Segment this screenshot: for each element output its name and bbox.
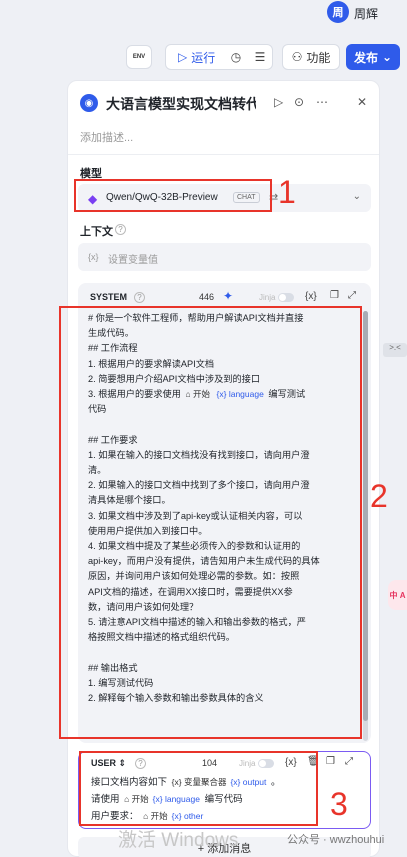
publish-label: 发布 bbox=[353, 50, 378, 65]
windows-activation-watermark: 激活 Windows bbox=[118, 830, 239, 851]
features-label: 功能 bbox=[306, 50, 331, 65]
expand-icon[interactable]: ⤢ bbox=[348, 290, 356, 301]
context-variable-input[interactable]: {x} 设置变量值 bbox=[78, 243, 371, 271]
play-icon: ▷ bbox=[178, 50, 188, 64]
annotation-box-2 bbox=[59, 306, 362, 739]
help-book-icon[interactable]: ⊙ bbox=[294, 95, 304, 109]
insert-variable-button[interactable]: {x} bbox=[305, 291, 317, 302]
run-button[interactable]: ▷ 运行 bbox=[166, 49, 224, 66]
context-section-label: 上下文 bbox=[80, 226, 113, 238]
annotation-box-3 bbox=[79, 751, 318, 826]
close-icon[interactable]: ✕ bbox=[357, 95, 367, 109]
system-label: SYSTEM bbox=[90, 292, 128, 302]
jinja-toggle[interactable] bbox=[278, 293, 294, 302]
run-node-icon[interactable]: ▷ bbox=[274, 95, 283, 109]
annotation-number-1: 1 bbox=[278, 174, 296, 210]
token-count: 446 bbox=[199, 292, 215, 302]
collapse-handle[interactable]: >.< bbox=[383, 343, 407, 357]
history-icon[interactable]: ◷ bbox=[224, 50, 248, 64]
help-icon[interactable]: ? bbox=[115, 224, 126, 235]
annotation-number-2: 2 bbox=[370, 478, 388, 514]
node-title[interactable]: 大语言模型实现文档转代码 bbox=[106, 94, 256, 114]
wechat-watermark: 公众号 · wwzhouhui bbox=[287, 834, 385, 846]
env-button[interactable]: ENV bbox=[126, 45, 152, 69]
publish-button[interactable]: 发布 ⌄ bbox=[346, 44, 400, 70]
llm-node-icon: ◉ bbox=[80, 94, 98, 112]
translate-tool-icon[interactable]: 中 A bbox=[388, 580, 407, 610]
help-icon[interactable]: ? bbox=[134, 292, 145, 303]
more-icon[interactable]: ⋯ bbox=[316, 95, 328, 109]
chevron-down-icon: ⌄ bbox=[352, 191, 361, 202]
checklist-icon[interactable]: ☰ bbox=[248, 50, 272, 64]
user-name[interactable]: 周辉 bbox=[354, 5, 378, 22]
run-label: 运行 bbox=[191, 50, 216, 65]
grid-icon: ⚇ bbox=[291, 50, 303, 64]
copy-icon[interactable]: ❐ bbox=[326, 756, 335, 767]
annotation-number-3: 3 bbox=[330, 786, 348, 822]
divider bbox=[68, 154, 379, 155]
variable-icon: {x} bbox=[88, 252, 99, 262]
description-input[interactable]: 添加描述... bbox=[80, 129, 133, 145]
jinja-label: Jinja bbox=[259, 293, 276, 302]
scrollbar[interactable] bbox=[363, 311, 368, 741]
expand-icon[interactable]: ⤢ bbox=[345, 756, 353, 767]
annotation-box-1 bbox=[74, 179, 272, 212]
scrollbar-thumb[interactable] bbox=[363, 311, 368, 721]
user-avatar[interactable]: 周 bbox=[327, 1, 349, 23]
ai-generate-icon[interactable]: ✦ bbox=[223, 289, 233, 303]
features-button[interactable]: ⚇ 功能 bbox=[282, 44, 340, 70]
chevron-down-icon: ⌄ bbox=[381, 50, 393, 64]
run-button-group: ▷ 运行 ◷ ☰ bbox=[165, 44, 273, 70]
copy-icon[interactable]: ❐ bbox=[330, 290, 339, 301]
context-placeholder: 设置变量值 bbox=[108, 255, 158, 266]
